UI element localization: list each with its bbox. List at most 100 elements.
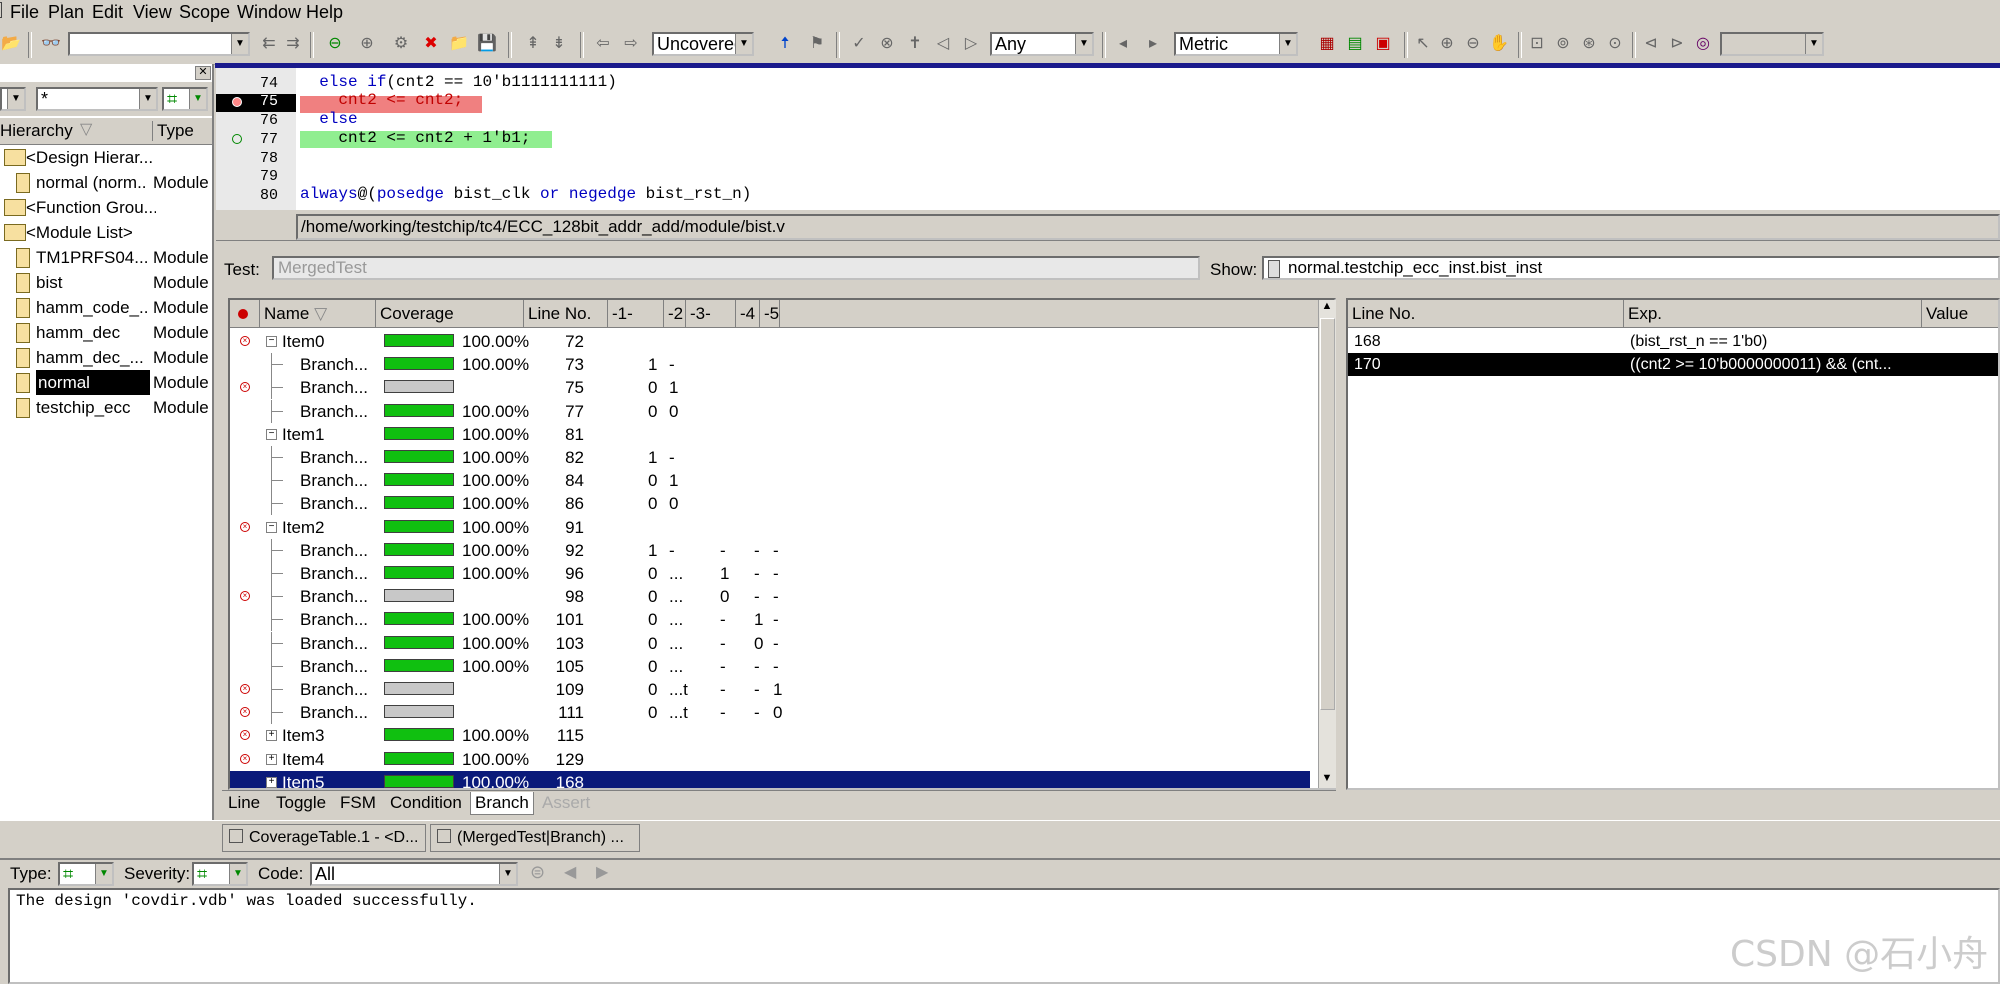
sort-icon[interactable]: ▽ xyxy=(80,119,92,139)
uncovered-filter-combo[interactable]: Uncoverec ▼ xyxy=(652,32,754,56)
menu-file[interactable]: File xyxy=(10,2,39,23)
filter-type-combo[interactable]: ⌗ ▼ xyxy=(162,87,208,111)
header-col-3[interactable]: -3- xyxy=(686,300,736,328)
doc-tab-merged-branch[interactable]: (MergedTest|Branch) ... xyxy=(430,824,640,852)
next-mark-icon[interactable]: ▷ xyxy=(960,33,982,55)
excluded-marker-icon[interactable]: × xyxy=(240,382,250,393)
header-detail-exp[interactable]: Exp. xyxy=(1624,300,1922,328)
up-arrow-icon[interactable]: 🠅 xyxy=(774,33,796,55)
find-next-icon[interactable]: ⇉ xyxy=(282,33,304,55)
close-pane-icon[interactable]: ✕ xyxy=(195,66,211,80)
header-col-1[interactable]: -1- xyxy=(608,300,664,328)
menu-plan[interactable]: Plan xyxy=(48,2,84,23)
header-marker[interactable] xyxy=(230,300,260,328)
align-bottom-icon[interactable]: ⇟ xyxy=(548,33,570,55)
header-col-4[interactable]: -4 xyxy=(736,300,760,328)
menu-scope[interactable]: Scope xyxy=(179,2,230,23)
coverage-row[interactable]: × Branch... 109 0 ...t - -1 xyxy=(230,678,1310,701)
hierarchy-row[interactable]: normal (norm... Module xyxy=(0,170,210,195)
pointer-icon[interactable]: ↖ xyxy=(1412,33,1434,55)
doc-tab-coverage-table[interactable]: CoverageTable.1 - <D... xyxy=(222,824,426,852)
tab-condition[interactable]: Condition xyxy=(386,792,466,814)
hierarchy-row[interactable]: TM1PRFS04... Module xyxy=(0,245,210,270)
coverage-row[interactable]: Branch... 100.00% 96 0... 1- - xyxy=(230,562,1310,585)
prev-metric-icon[interactable]: ◂ xyxy=(1112,33,1134,55)
header-detail-line-no[interactable]: Line No. xyxy=(1348,300,1624,328)
zoom-full-icon[interactable]: ⊛ xyxy=(1578,33,1600,55)
clear-filter-icon[interactable]: ⊜ xyxy=(530,862,545,883)
add-icon[interactable]: ⊕ xyxy=(356,33,378,55)
binoculars-icon[interactable]: 👓 xyxy=(40,33,62,55)
code-line[interactable]: else if(cnt2 == 10'b1111111111) xyxy=(300,73,617,91)
hierarchy-row[interactable]: <Function Grou... xyxy=(0,195,210,220)
table-view-icon[interactable]: ▦ xyxy=(1316,33,1338,55)
coverage-row[interactable]: Branch... 100.00% 86 0 0 xyxy=(230,492,1310,516)
expression-row[interactable]: 168 (bist_rst_n == 1'b0) xyxy=(1348,330,1998,353)
hierarchy-row[interactable]: bist Module xyxy=(0,270,210,295)
header-coverage[interactable]: Coverage xyxy=(376,300,524,328)
scroll-up-icon[interactable]: ▲ xyxy=(1319,300,1335,312)
header-col-5[interactable]: -5 xyxy=(760,300,780,328)
prev-message-icon[interactable]: ◀ xyxy=(564,862,576,882)
hierarchy-row[interactable]: normal Module xyxy=(0,370,210,395)
coverage-row[interactable]: × − Item0 100.00% 72 xyxy=(230,330,1310,353)
delete-icon[interactable]: ✖ xyxy=(420,33,442,55)
excluded-marker-icon[interactable]: × xyxy=(240,591,250,602)
metric-combo[interactable]: Metric ▼ xyxy=(1174,32,1298,56)
coverage-row[interactable]: × + Item4 100.00% 129 xyxy=(230,748,1310,771)
menu-help[interactable]: Help xyxy=(306,2,343,23)
tab-toggle[interactable]: Toggle xyxy=(272,792,330,814)
excluded-marker-icon[interactable]: × xyxy=(240,684,250,694)
zoom-prev-icon[interactable]: ⊙ xyxy=(1604,33,1626,55)
severity-combo[interactable]: ⌗ ▼ xyxy=(192,862,248,886)
coverage-row[interactable]: Branch... 100.00% 105 0... - - - xyxy=(230,654,1310,678)
tab-assert[interactable]: Assert xyxy=(538,792,594,814)
scope-combo[interactable]: ▼ xyxy=(0,87,26,111)
any-combo[interactable]: Any ▼ xyxy=(990,32,1094,56)
tree-expander-icon[interactable]: + xyxy=(266,753,277,765)
coverage-row[interactable]: Branch... 100.00% 103 0... -0- xyxy=(230,631,1310,655)
cancel-icon[interactable]: ⊗ xyxy=(876,33,898,55)
tree-expander-icon[interactable]: − xyxy=(266,428,277,440)
coverage-row[interactable]: Branch... 100.00% 77 0 0 xyxy=(230,399,1310,423)
load-icon[interactable]: 📁 xyxy=(448,33,470,55)
excluded-marker-icon[interactable]: × xyxy=(240,336,250,346)
menu-view[interactable]: View xyxy=(133,2,172,23)
tab-branch[interactable]: Branch xyxy=(470,792,534,815)
coverage-row[interactable]: × Branch... 111 0 ...t - -0 xyxy=(230,701,1310,725)
show-field[interactable]: normal.testchip_ecc_inst.bist_inst xyxy=(1262,256,2000,280)
history-back-icon[interactable]: ⊲ xyxy=(1640,33,1662,55)
header-line-no[interactable]: Line No. xyxy=(524,300,608,328)
open-folder-icon[interactable]: 📂 xyxy=(0,33,22,55)
flag-icon[interactable]: ⚑ xyxy=(806,33,828,55)
coverage-row[interactable]: × Branch... 75 0 1 xyxy=(230,376,1310,400)
zoom-in-icon[interactable]: ⊕ xyxy=(1436,33,1458,55)
align-top-icon[interactable]: ⇞ xyxy=(522,33,544,55)
chart-view-icon[interactable]: ▤ xyxy=(1344,33,1366,55)
coverage-row[interactable]: Branch... 100.00% 101 0... -1- xyxy=(230,608,1310,632)
person-icon[interactable]: ✝ xyxy=(904,33,926,55)
back-icon[interactable]: ⇦ xyxy=(592,33,614,55)
settings-icon[interactable]: ⚙ xyxy=(390,33,412,55)
header-col-2[interactable]: -2 xyxy=(664,300,686,328)
code-line[interactable]: cnt2 <= cnt2; xyxy=(300,91,463,109)
tree-expander-icon[interactable]: + xyxy=(266,776,277,788)
excluded-marker-icon[interactable]: × xyxy=(240,707,250,718)
coverage-row[interactable]: × Branch... 98 0... 0- - xyxy=(230,585,1310,609)
zoom-combo[interactable]: ▼ xyxy=(1720,32,1824,56)
test-field[interactable]: MergedTest xyxy=(272,256,1200,280)
find-prev-icon[interactable]: ⇇ xyxy=(258,33,280,55)
coverage-row[interactable]: − Item1 100.00% 81 xyxy=(230,423,1310,446)
coverage-row[interactable]: × + Item3 100.00% 115 xyxy=(230,724,1310,747)
zoom-area-icon[interactable]: ⊚ xyxy=(1552,33,1574,55)
coverage-row[interactable]: Branch... 100.00% 82 1- xyxy=(230,446,1310,469)
code-line[interactable]: always@(posedge bist_clk or negedge bist… xyxy=(300,185,751,203)
header-hierarchy[interactable]: Hierarchy xyxy=(0,121,73,141)
excluded-marker-icon[interactable]: × xyxy=(240,521,250,532)
header-type[interactable]: Type xyxy=(152,121,194,141)
hierarchy-row[interactable]: <Design Hierar... xyxy=(0,145,210,170)
code-line[interactable]: cnt2 <= cnt2 + 1'b1; xyxy=(300,129,530,147)
zoom-fit-icon[interactable]: ⊡ xyxy=(1526,33,1548,55)
coverage-vscrollbar[interactable]: ▲ ▼ xyxy=(1318,300,1336,788)
prev-mark-icon[interactable]: ◁ xyxy=(932,33,954,55)
